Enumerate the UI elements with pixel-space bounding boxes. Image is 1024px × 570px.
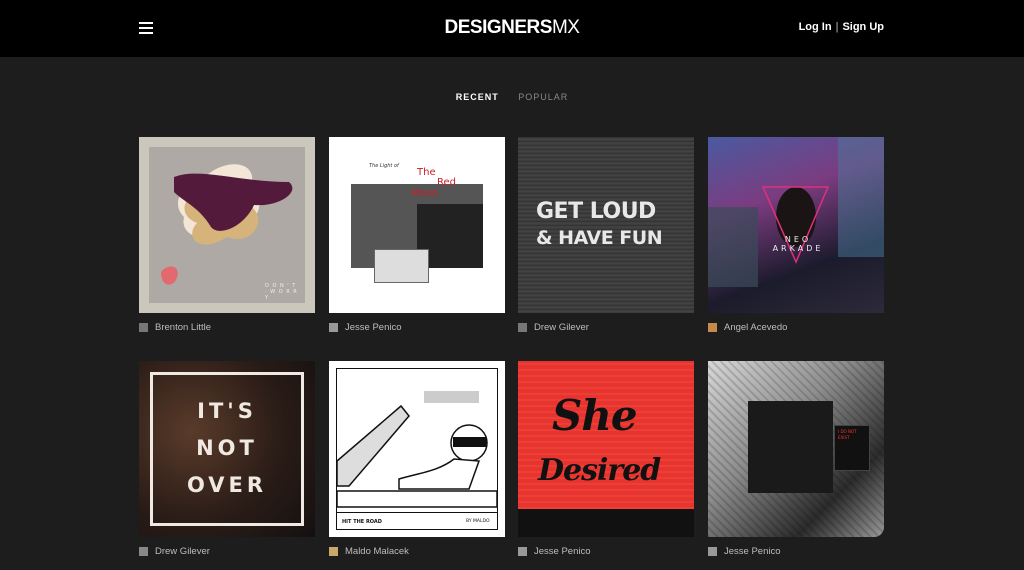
art-caption: HIT THE ROAD [342, 519, 382, 525]
author-row[interactable]: Jesse Penico [329, 322, 505, 333]
mix-card[interactable]: IT'S NOT OVER Drew Gilever [139, 361, 315, 557]
author-name[interactable]: Angel Acevedo [724, 322, 787, 333]
author-name[interactable]: Maldo Malacek [345, 546, 409, 557]
art-caption: She [552, 391, 638, 440]
mix-artwork[interactable]: GET LOUD & HAVE FUN [518, 137, 694, 313]
art-caption: GET LOUD [536, 199, 656, 224]
author-avatar [708, 323, 717, 332]
art-caption: The Light of [369, 163, 399, 169]
logo-suffix: MX [551, 17, 580, 38]
mix-card[interactable]: She Desired Jesse Penico [518, 361, 694, 557]
mix-card[interactable]: GET LOUD & HAVE FUN Drew Gilever [518, 137, 694, 333]
art-caption: NEO ARKADE [772, 235, 824, 253]
logo-main: DESIGNERS [444, 17, 553, 38]
author-avatar [139, 323, 148, 332]
art-caption: Desired [538, 453, 661, 488]
author-avatar [139, 547, 148, 556]
author-name[interactable]: Brenton Little [155, 322, 211, 333]
login-link[interactable]: Log In [799, 21, 832, 33]
mix-artwork[interactable]: HIT THE ROAD BY MALDO [329, 361, 505, 537]
mix-artwork[interactable]: IT'S NOT OVER [139, 361, 315, 537]
mix-artwork[interactable]: NEO ARKADE [708, 137, 884, 313]
mix-artwork[interactable]: I DO NOT EXIST [708, 361, 884, 537]
mix-card[interactable]: HIT THE ROAD BY MALDO Maldo Malacek [329, 361, 505, 557]
sort-tabs: RECENT POPULAR [0, 92, 1024, 102]
art-caption: BY MALDO [466, 519, 490, 524]
author-row[interactable]: Drew Gilever [139, 546, 315, 557]
tab-recent[interactable]: RECENT [456, 92, 499, 102]
art-caption: IT'S [197, 399, 257, 423]
mix-card[interactable]: The Light of The Red Moon Jesse Penico [329, 137, 505, 333]
art-caption: Moon [411, 188, 439, 199]
author-name[interactable]: Drew Gilever [534, 322, 589, 333]
author-avatar [329, 323, 338, 332]
mix-card[interactable]: D O N ' T · W O R R Y Brenton Little [139, 137, 315, 333]
signup-link[interactable]: Sign Up [842, 21, 884, 33]
art-caption: & HAVE FUN [536, 227, 663, 249]
art-caption: I DO NOT EXIST [838, 429, 857, 440]
author-row[interactable]: Maldo Malacek [329, 546, 505, 557]
author-avatar [708, 547, 717, 556]
author-avatar [518, 547, 527, 556]
mix-artwork[interactable]: She Desired [518, 361, 694, 537]
author-avatar [518, 323, 527, 332]
author-row[interactable]: Angel Acevedo [708, 322, 884, 333]
art-caption: D O N ' T · W O R R Y [265, 283, 298, 301]
art-caption: OVER [186, 473, 268, 497]
auth-separator: | [835, 21, 839, 33]
author-name[interactable]: Jesse Penico [534, 546, 591, 557]
author-row[interactable]: Brenton Little [139, 322, 315, 333]
author-row[interactable]: Drew Gilever [518, 322, 694, 333]
top-navigation-bar: DESIGNERSMX Log In | Sign Up [0, 0, 1024, 57]
author-row[interactable]: Jesse Penico [518, 546, 694, 557]
author-name[interactable]: Jesse Penico [345, 322, 402, 333]
mix-artwork[interactable]: D O N ' T · W O R R Y [139, 137, 315, 313]
author-name[interactable]: Jesse Penico [724, 546, 781, 557]
author-name[interactable]: Drew Gilever [155, 546, 210, 557]
tab-popular[interactable]: POPULAR [518, 92, 568, 102]
author-row[interactable]: Jesse Penico [708, 546, 884, 557]
art-caption: NOT [196, 436, 258, 460]
art-caption: The [417, 167, 436, 178]
author-avatar [329, 547, 338, 556]
art-caption: Red [437, 177, 456, 188]
mix-card[interactable]: NEO ARKADE Angel Acevedo [708, 137, 884, 333]
mix-card[interactable]: I DO NOT EXIST Jesse Penico [708, 361, 884, 557]
auth-links: Log In | Sign Up [799, 21, 884, 33]
mix-artwork[interactable]: The Light of The Red Moon [329, 137, 505, 313]
